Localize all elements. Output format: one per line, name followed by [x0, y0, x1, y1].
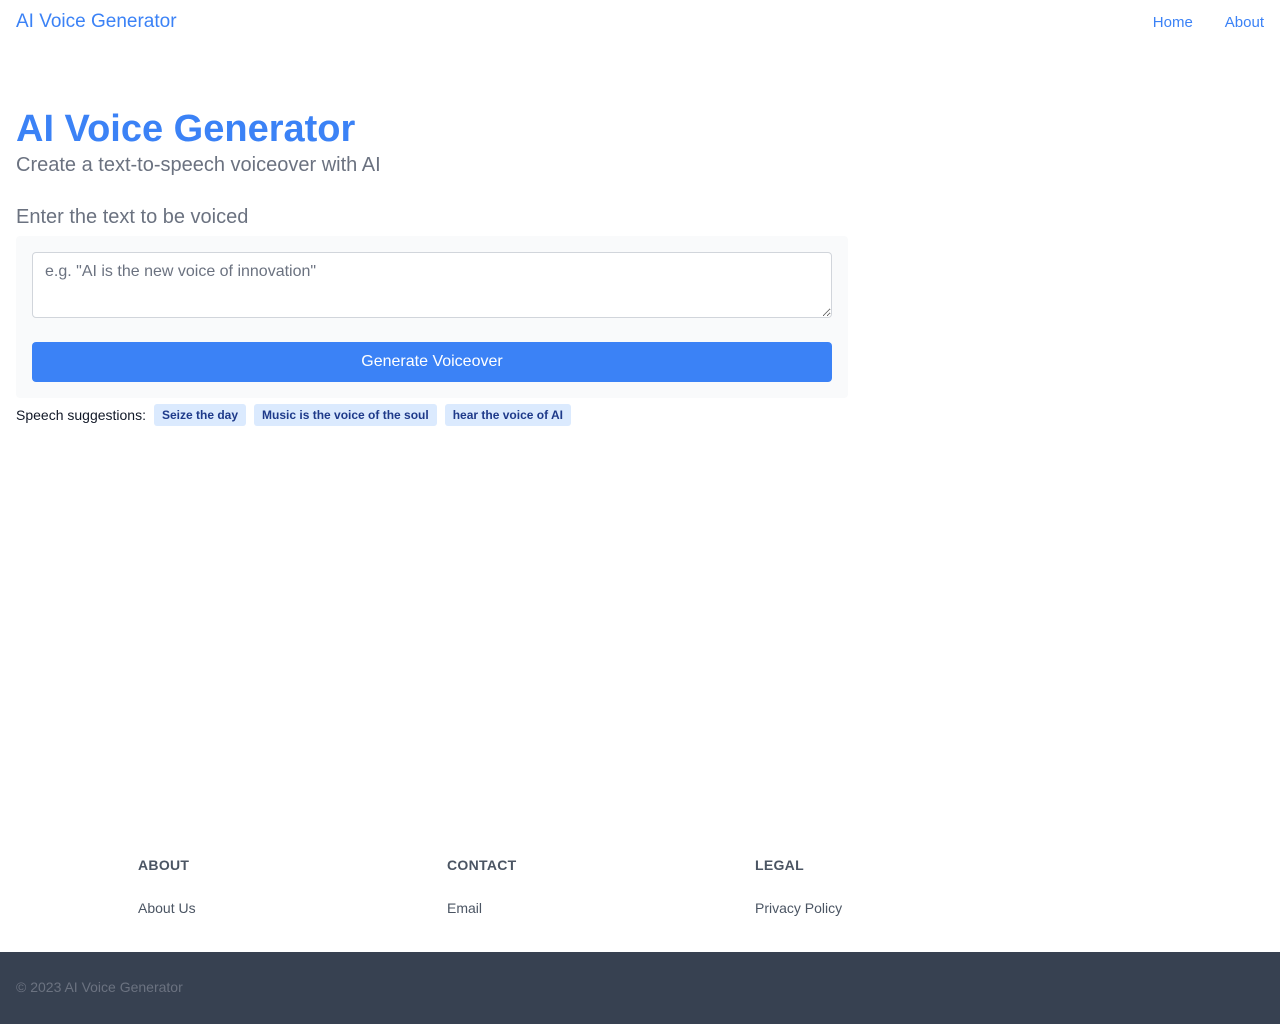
speech-suggestions: Speech suggestions: Seize the day Music … — [16, 404, 571, 426]
brand-link[interactable]: AI Voice Generator — [16, 11, 177, 33]
footer-link-email[interactable]: Email — [447, 900, 517, 916]
nav-about-link[interactable]: About — [1225, 14, 1264, 31]
footer-heading: CONTACT — [447, 857, 517, 873]
top-navbar: AI Voice Generator Home About — [0, 0, 1280, 46]
footer-links: ABOUT About Us CONTACT Email LEGAL Priva… — [0, 840, 1280, 952]
generate-voiceover-button[interactable]: Generate Voiceover — [32, 342, 832, 382]
voice-text-input[interactable] — [32, 252, 832, 318]
page-title: AI Voice Generator — [16, 108, 356, 150]
voice-form: Generate Voiceover — [16, 236, 848, 398]
nav-home-link[interactable]: Home — [1153, 14, 1193, 31]
suggestions-label: Speech suggestions: — [16, 407, 146, 423]
footer-column-about: ABOUT About Us — [138, 857, 196, 916]
footer-column-legal: LEGAL Privacy Policy — [755, 857, 842, 916]
suggestion-chip[interactable]: hear the voice of AI — [444, 404, 571, 426]
main-nav: Home About — [1153, 14, 1264, 31]
page-subtitle: Create a text-to-speech voiceover with A… — [16, 154, 381, 176]
copyright-text: © 2023 AI Voice Generator — [16, 979, 183, 995]
footer-bar: © 2023 AI Voice Generator — [0, 952, 1280, 1024]
footer-heading: ABOUT — [138, 857, 190, 873]
suggestion-chip[interactable]: Music is the voice of the soul — [254, 404, 437, 426]
suggestion-chip[interactable]: Seize the day — [153, 404, 247, 426]
text-input-label: Enter the text to be voiced — [16, 206, 249, 228]
footer-heading: LEGAL — [755, 857, 804, 873]
footer-link-privacy-policy[interactable]: Privacy Policy — [755, 900, 842, 916]
footer-column-contact: CONTACT Email — [447, 857, 517, 916]
footer-link-about-us[interactable]: About Us — [138, 900, 196, 916]
